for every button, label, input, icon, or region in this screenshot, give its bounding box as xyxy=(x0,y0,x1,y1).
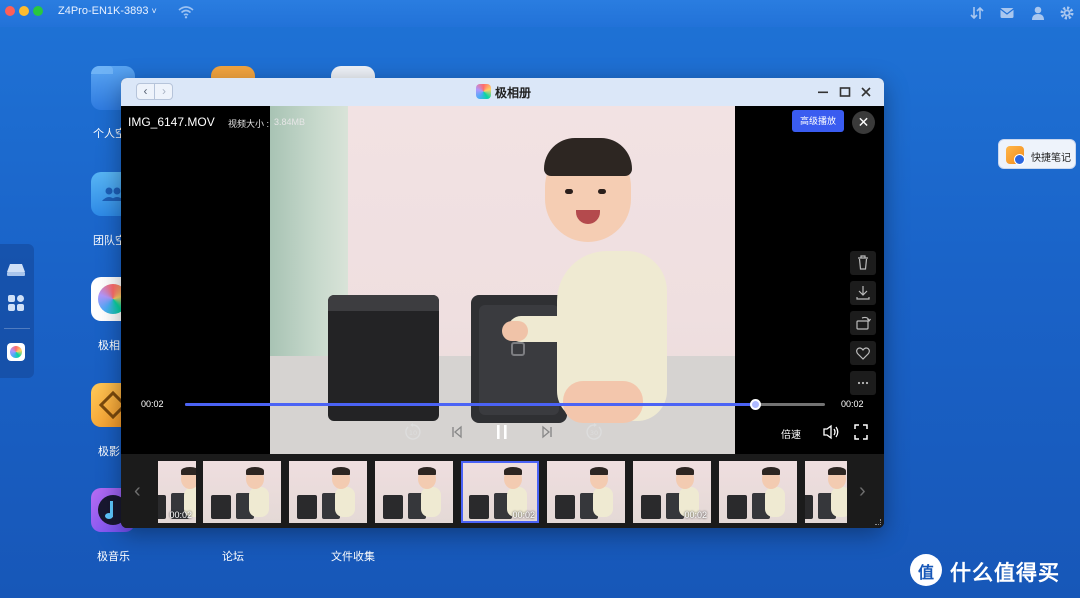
message-icon[interactable] xyxy=(999,5,1015,21)
quick-note-label: 快捷笔记 xyxy=(1031,153,1071,164)
file-name: IMG_6147.MOV xyxy=(128,115,215,129)
baby-eye-right xyxy=(598,189,606,194)
back-button[interactable]: ‹ xyxy=(137,84,155,99)
current-time: 00:02 xyxy=(141,399,164,409)
app-label-music[interactable]: 极音乐 xyxy=(97,548,130,564)
advanced-play-button[interactable]: 高级播放 xyxy=(792,110,844,132)
previous-icon[interactable] xyxy=(449,422,465,442)
file-size-value: 3.84MB xyxy=(274,117,306,127)
favorite-button[interactable] xyxy=(850,341,876,365)
download-icon xyxy=(856,286,870,300)
total-time: 00:02 xyxy=(841,399,864,409)
fullscreen-icon[interactable] xyxy=(853,422,869,442)
delete-button[interactable] xyxy=(850,251,876,275)
more-button[interactable] xyxy=(850,371,876,395)
rotate-button[interactable] xyxy=(850,311,876,335)
maximize-window-dot[interactable] xyxy=(33,6,43,16)
trash-icon xyxy=(858,255,868,270)
quick-note-button[interactable]: 快捷笔记 xyxy=(998,139,1076,169)
side-dock xyxy=(0,244,34,378)
thumbnail-item[interactable] xyxy=(375,461,453,523)
thumbnail-item[interactable]: 00:02 xyxy=(633,461,711,523)
strip-prev-icon[interactable]: ‹ xyxy=(134,480,141,503)
progress-bar[interactable] xyxy=(185,399,825,410)
side-toolbar xyxy=(850,251,876,401)
svg-text:10: 10 xyxy=(409,429,417,437)
chevron-down-icon: ˅ xyxy=(151,6,157,16)
transfer-icon[interactable] xyxy=(969,5,985,21)
baby-hand xyxy=(502,321,528,341)
close-window-dot[interactable] xyxy=(5,6,15,16)
photo-viewer-window: ‹ › 极相册 IMG_6147.MOV 视频大小 : 3.84MB 高级播放 … xyxy=(121,78,884,528)
forward-30-icon[interactable]: 30 xyxy=(584,422,604,442)
dock-divider xyxy=(4,328,30,329)
photos-flower-icon xyxy=(10,346,22,358)
resize-handle-icon[interactable] xyxy=(875,519,881,525)
device-name-label: Z4Pro-EN1K-3893 xyxy=(58,5,149,17)
viewer-close-button[interactable]: ✕ xyxy=(852,111,875,134)
forward-button[interactable]: › xyxy=(155,84,173,99)
baby-eye-left xyxy=(565,189,573,194)
thumbnail-item[interactable] xyxy=(805,461,847,523)
watermark-logo: 值 xyxy=(910,554,942,586)
nav-buttons: ‹ › xyxy=(136,83,173,100)
settings-icon[interactable] xyxy=(1059,5,1075,21)
rotate-icon xyxy=(856,316,871,330)
progress-fill xyxy=(185,403,755,406)
strip-next-icon[interactable]: › xyxy=(859,480,866,503)
apps-grid-icon[interactable] xyxy=(5,292,27,314)
video-viewer: IMG_6147.MOV 视频大小 : 3.84MB 高级播放 ✕ 00:02 xyxy=(121,106,884,454)
thumbnail-item[interactable] xyxy=(289,461,367,523)
thumbnail-item[interactable]: 00:02 xyxy=(158,461,196,523)
search-app-icon[interactable] xyxy=(331,66,375,78)
playback-speed-button[interactable]: 倍速 xyxy=(781,426,801,441)
file-size-label: 视频大小 : xyxy=(228,119,270,129)
thumbnail-item[interactable]: 00:02 xyxy=(461,461,539,523)
download-button[interactable] xyxy=(850,281,876,305)
app-label-photos[interactable]: 极相 xyxy=(98,337,120,353)
wifi-icon[interactable] xyxy=(178,5,194,19)
more-icon xyxy=(857,381,869,385)
svg-text:30: 30 xyxy=(590,429,598,437)
rewind-10-icon[interactable]: 10 xyxy=(403,422,423,442)
app-label-forum[interactable]: 论坛 xyxy=(222,548,244,564)
thumbnail-item[interactable] xyxy=(719,461,797,523)
volume-icon[interactable] xyxy=(821,422,841,442)
close-icon[interactable] xyxy=(859,85,873,99)
maximize-icon[interactable] xyxy=(838,85,852,99)
next-icon[interactable] xyxy=(539,422,555,442)
photos-dock-icon[interactable] xyxy=(7,343,25,361)
drive-icon[interactable] xyxy=(5,258,27,280)
window-titlebar: ‹ › 极相册 xyxy=(121,78,884,106)
minimize-window-dot[interactable] xyxy=(19,6,29,16)
note-badge-icon xyxy=(1014,154,1025,165)
menu-bar: Z4Pro-EN1K-3893 ˅ xyxy=(0,0,1080,27)
photos-app-icon xyxy=(476,84,491,99)
thumbnail-duration: 00:02 xyxy=(684,510,707,520)
baby-hair xyxy=(544,138,632,176)
app-label-file-collect[interactable]: 文件收集 xyxy=(331,548,375,564)
thumbnail-item[interactable] xyxy=(203,461,281,523)
window-title: 极相册 xyxy=(495,86,532,100)
video-frame[interactable] xyxy=(270,106,735,454)
baby-leg xyxy=(563,381,643,423)
heart-icon xyxy=(856,347,870,360)
thumbnail-item[interactable] xyxy=(547,461,625,523)
watermark-text: 什么值得买 xyxy=(950,562,1060,585)
pause-icon[interactable] xyxy=(493,422,511,442)
calendar-app-icon[interactable] xyxy=(211,66,255,78)
thumbnail-duration: 00:02 xyxy=(512,510,535,520)
device-selector[interactable]: Z4Pro-EN1K-3893 ˅ xyxy=(58,5,157,17)
app-label-video[interactable]: 极影 xyxy=(98,443,120,459)
user-icon[interactable] xyxy=(1030,5,1046,21)
thumbnail-duration: 00:02 xyxy=(169,510,192,520)
minimize-icon[interactable] xyxy=(816,85,830,99)
thumbnail-strip: ‹ 00:02 00:02 00:02 › xyxy=(121,454,884,528)
progress-handle[interactable] xyxy=(749,399,761,410)
